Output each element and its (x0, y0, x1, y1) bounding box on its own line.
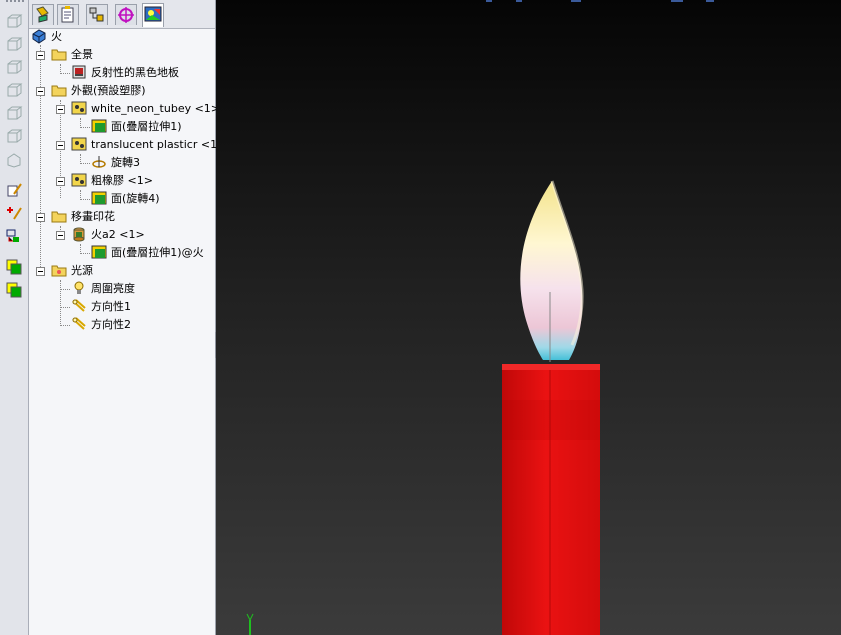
view-iso-icon[interactable] (5, 150, 23, 168)
tree-hline (60, 289, 70, 290)
candle-render (246, 0, 714, 635)
feature-tree: 火 全景 反射性的黑色地板 外觀(預設塑膠) white_neon_tubey … (29, 28, 226, 635)
configuration-manager-icon (89, 7, 104, 22)
decal-icon (73, 227, 85, 242)
tree-hline (80, 253, 90, 254)
axis-triad-arrow (246, 613, 254, 622)
tree-line-app1 (80, 118, 81, 126)
tree-hline (80, 199, 90, 200)
face-icon (91, 119, 107, 133)
expand-decal-toggle[interactable] (56, 231, 65, 240)
graphics-viewport[interactable] (216, 0, 841, 635)
expand-app3-toggle[interactable] (56, 177, 65, 186)
lights-folder-icon (51, 265, 67, 277)
view-left-icon[interactable] (5, 81, 23, 99)
view-front-icon[interactable] (5, 35, 23, 53)
toolbar-grip[interactable] (6, 0, 24, 5)
view-cube-icon[interactable] (5, 12, 23, 30)
tab-dimxpert-manager[interactable] (115, 4, 137, 25)
candle-shade (502, 400, 600, 440)
candle-top-edge (502, 364, 600, 370)
tab-property-manager[interactable] (57, 4, 79, 25)
tab-feature-manager[interactable] (32, 4, 54, 25)
relations-icon[interactable] (5, 227, 23, 245)
tree-line-lights (60, 280, 61, 324)
appearance-icon (71, 173, 87, 187)
tree-root-label: 火 (51, 30, 62, 43)
display-manager-icon (144, 6, 162, 22)
folder-icon (51, 211, 67, 223)
left-toolbar (0, 0, 29, 635)
smart-dimension-icon[interactable] (5, 204, 23, 222)
directional-light-icon (72, 317, 86, 330)
expand-lights-toggle[interactable] (36, 267, 45, 276)
tree-hline (80, 163, 90, 164)
tree-line-app2 (80, 154, 81, 162)
dimxpert-icon (118, 7, 134, 23)
tree-line-decal-item (80, 244, 81, 252)
expand-decals-toggle[interactable] (36, 213, 45, 222)
face-icon (91, 191, 107, 205)
heads-up-toolbar-hint (486, 0, 714, 2)
scene-floor-icon (72, 65, 86, 79)
sketch-icon[interactable] (5, 181, 23, 199)
tree-hline (80, 127, 90, 128)
ambient-light-icon (74, 281, 84, 294)
panel-tabs (29, 0, 215, 29)
face-icon (91, 245, 107, 259)
tree-line-app3 (80, 190, 81, 198)
directional-light-icon (72, 299, 86, 312)
expand-app1-toggle[interactable] (56, 105, 65, 114)
view-right-icon[interactable] (5, 104, 23, 122)
tree-hline (60, 325, 70, 326)
layer-2-icon[interactable] (5, 281, 23, 299)
expand-scene-toggle[interactable] (36, 51, 45, 60)
folder-icon (51, 49, 67, 61)
tree-line-scene (60, 64, 61, 72)
layer-icon[interactable] (5, 258, 23, 276)
tab-configuration-manager[interactable] (86, 4, 108, 25)
expand-app2-toggle[interactable] (56, 141, 65, 150)
folder-icon (51, 85, 67, 97)
tree-hline (60, 73, 70, 74)
view-back-icon[interactable] (5, 58, 23, 76)
revolve-icon (92, 156, 106, 168)
view-top-icon[interactable] (5, 127, 23, 145)
feature-manager-panel: 火 全景 反射性的黑色地板 外觀(預設塑膠) white_neon_tubey … (29, 0, 226, 635)
feature-manager-icon (36, 6, 49, 23)
tree-hline (60, 307, 70, 308)
appearance-icon (71, 101, 87, 115)
property-manager-icon (61, 6, 74, 23)
part-icon (32, 29, 46, 44)
flame-shape (520, 181, 583, 360)
expand-appearance-toggle[interactable] (36, 87, 45, 96)
tree-line-root (40, 45, 41, 271)
tab-display-manager[interactable] (142, 3, 164, 27)
appearance-icon (71, 137, 87, 151)
